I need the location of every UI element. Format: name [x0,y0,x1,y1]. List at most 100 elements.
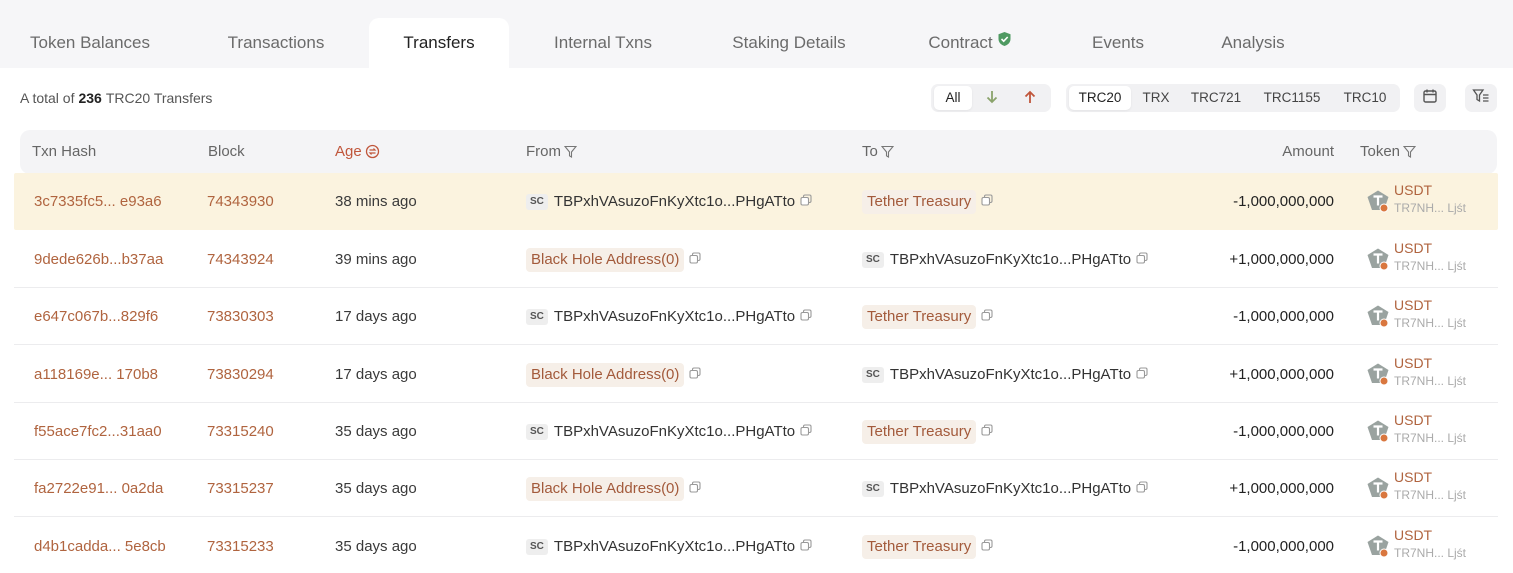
total-suffix: TRC20 Transfers [105,90,213,106]
tab-label: Analysis [1221,33,1285,52]
filter-trc20-button[interactable]: TRC20 [1069,86,1131,110]
filter-trc721-button[interactable]: TRC721 [1182,86,1250,110]
tab-transactions[interactable]: Transactions [208,18,344,68]
from-address[interactable]: TBPxhVAsuzoFnKyXtc1o...PHgATto [554,308,795,325]
filter-trc1155-button[interactable]: TRC1155 [1254,86,1330,110]
block-link[interactable]: 74343930 [207,173,274,230]
txn-hash-link[interactable]: f55ace7fc2...31aa0 [34,403,162,460]
token-symbol[interactable]: USDT [1394,181,1432,199]
copy-icon[interactable] [800,403,812,460]
token-symbol[interactable]: USDT [1394,296,1432,314]
column-header-hash: Txn Hash [32,143,97,160]
amount-text: -1,000,000,000 [1233,308,1334,325]
filter-trc10-button[interactable]: TRC10 [1334,86,1396,110]
from-address-name[interactable]: Black Hole Address(0) [526,477,685,502]
copy-icon[interactable] [981,518,993,573]
block-link[interactable]: 73315233 [207,518,274,573]
to-cell: Tether Treasury [862,173,993,230]
to-cell: Tether Treasury [862,518,993,573]
txn-hash-link[interactable]: fa2722e91... 0a2da [34,460,163,517]
tab-label: Events [1092,33,1144,52]
column-header-from: From [526,130,578,174]
copy-icon[interactable] [1136,460,1148,517]
copy-icon[interactable] [981,403,993,460]
token-symbol[interactable]: USDT [1394,468,1432,486]
age-text: 38 mins ago [335,193,417,210]
token-contract-address: TR7NH... Ljśt [1394,546,1467,560]
token-cell[interactable]: USDT TR7NH... Ljśt [1360,288,1498,345]
to-address[interactable]: TBPxhVAsuzoFnKyXtc1o...PHgATto [890,480,1131,497]
txn-hash-link[interactable]: a118169e... 170b8 [34,346,158,403]
tab-events[interactable]: Events [1082,18,1154,68]
age-text: 17 days ago [335,366,417,383]
amount-text: +1,000,000,000 [1229,480,1334,497]
token-symbol[interactable]: USDT [1394,526,1432,544]
filter-out-button[interactable] [1015,86,1045,110]
copy-icon[interactable] [1136,346,1148,403]
to-address-name[interactable]: Tether Treasury [862,190,977,215]
advanced-filter-button[interactable] [1465,84,1497,112]
token-symbol[interactable]: USDT [1394,354,1432,372]
copy-icon[interactable] [800,288,812,345]
copy-icon[interactable] [981,173,993,230]
smart-contract-badge: SC [862,252,884,269]
token-cell[interactable]: USDT TR7NH... Ljśt [1360,518,1498,573]
to-address[interactable]: TBPxhVAsuzoFnKyXtc1o...PHgATto [890,251,1131,268]
txn-hash-link[interactable]: d4b1cadda... 5e8cb [34,518,166,573]
tab-contract[interactable]: Contract [912,18,1028,68]
token-cell[interactable]: USDT TR7NH... Ljśt [1360,403,1498,460]
to-address-name[interactable]: Tether Treasury [862,420,977,445]
filter-funnel-icon[interactable] [878,143,895,160]
txn-hash-link[interactable]: 9dede626b...b37aa [34,231,163,288]
block-link[interactable]: 73315240 [207,403,274,460]
block-link[interactable]: 73830294 [207,346,274,403]
block-link[interactable]: 74343924 [207,231,274,288]
to-address-name[interactable]: Tether Treasury [862,305,977,330]
table-row: f55ace7fc2...31aa0 73315240 35 days ago SC T… [14,403,1498,460]
tab-label: Staking Details [732,33,846,52]
from-address[interactable]: TBPxhVAsuzoFnKyXtc1o...PHgATto [554,423,795,440]
copy-icon[interactable] [800,173,812,230]
filter-trx-button[interactable]: TRX [1134,86,1178,110]
token-cell[interactable]: USDT TR7NH... Ljśt [1360,231,1498,288]
copy-icon[interactable] [689,460,701,517]
copy-icon[interactable] [800,518,812,573]
token-cell[interactable]: USDT TR7NH... Ljśt [1360,346,1498,403]
copy-icon[interactable] [1136,231,1148,288]
date-filter-button[interactable] [1414,84,1446,112]
token-cell[interactable]: USDT TR7NH... Ljśt [1360,173,1498,230]
txn-hash-link[interactable]: e647c067b...829f6 [34,288,158,345]
age-text: 35 days ago [335,538,417,555]
token-cell[interactable]: USDT TR7NH... Ljśt [1360,460,1498,517]
txn-hash-link[interactable]: 3c7335fc5... e93a6 [34,173,162,230]
tab-internal-txns[interactable]: Internal Txns [538,18,668,68]
toggle-format-icon[interactable] [362,143,380,160]
filter-all-button[interactable]: All [934,86,972,110]
token-contract-address: TR7NH... Ljśt [1394,259,1467,273]
smart-contract-badge: SC [526,309,548,326]
from-address-name[interactable]: Black Hole Address(0) [526,363,685,388]
copy-icon[interactable] [981,288,993,345]
copy-icon[interactable] [689,346,701,403]
token-symbol[interactable]: USDT [1394,411,1432,429]
tab-transfers[interactable]: Transfers [369,18,509,68]
to-address-name[interactable]: Tether Treasury [862,535,977,560]
token-symbol[interactable]: USDT [1394,239,1432,257]
to-address[interactable]: TBPxhVAsuzoFnKyXtc1o...PHgATto [890,366,1131,383]
filter-in-button[interactable] [977,86,1007,110]
from-address[interactable]: TBPxhVAsuzoFnKyXtc1o...PHgATto [554,193,795,210]
tab-analysis[interactable]: Analysis [1208,18,1298,68]
tab-label: Token Balances [29,33,151,52]
token-contract-address: TR7NH... Ljśt [1394,316,1467,330]
block-link[interactable]: 73830303 [207,288,274,345]
filter-funnel-icon[interactable] [1400,143,1417,160]
filter-funnel-icon[interactable] [561,143,578,160]
column-header-age[interactable]: Age [335,130,380,174]
amount-text: +1,000,000,000 [1229,251,1334,268]
tab-token-balances[interactable]: Token Balances [14,18,166,68]
tab-staking-details[interactable]: Staking Details [718,18,860,68]
from-address-name[interactable]: Black Hole Address(0) [526,248,685,273]
from-address[interactable]: TBPxhVAsuzoFnKyXtc1o...PHgATto [554,538,795,555]
copy-icon[interactable] [689,231,701,288]
block-link[interactable]: 73315237 [207,460,274,517]
